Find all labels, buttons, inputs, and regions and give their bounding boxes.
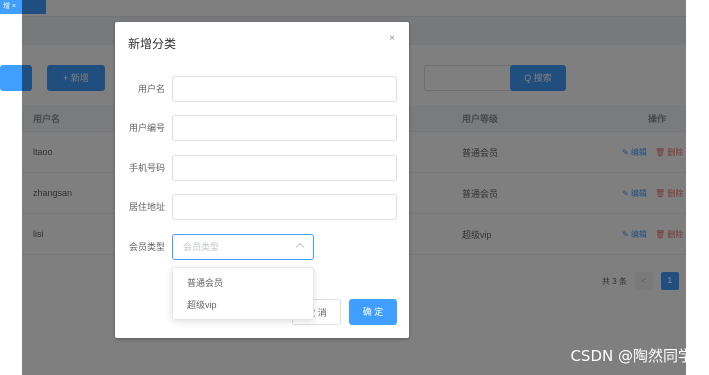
watermark-text: CSDN @陶然同学 xyxy=(570,347,693,365)
address-input[interactable] xyxy=(172,194,397,220)
member-type-label: 会员类型 xyxy=(128,242,165,252)
user-no-input[interactable] xyxy=(172,115,397,141)
form-row-phone: 手机号码 xyxy=(115,155,409,181)
dialog-title: 新增分类 xyxy=(128,37,177,51)
username-input[interactable] xyxy=(172,76,397,102)
form-row-member-type: 会员类型 会员类型 xyxy=(115,234,409,260)
form-row-address: 居住地址 xyxy=(115,194,409,220)
member-type-dropdown: 普通会员 超级vip xyxy=(172,267,314,320)
chevron-up-icon xyxy=(295,242,305,252)
right-margin xyxy=(686,0,709,375)
dropdown-option[interactable]: 超级vip xyxy=(173,294,313,316)
member-type-select[interactable]: 会员类型 xyxy=(172,234,314,260)
phone-label: 手机号码 xyxy=(128,163,165,173)
phone-input[interactable] xyxy=(172,155,397,181)
form-row-username: 用户名 xyxy=(115,76,409,102)
dropdown-option[interactable]: 普通会员 xyxy=(173,272,313,294)
form-row-user-no: 用户编号 xyxy=(115,115,409,141)
member-type-placeholder: 会员类型 xyxy=(183,242,220,252)
username-label: 用户名 xyxy=(137,84,165,94)
confirm-button[interactable]: 确 定 xyxy=(349,299,397,325)
close-icon[interactable]: × xyxy=(389,33,395,44)
user-no-label: 用户编号 xyxy=(128,123,165,133)
address-label: 居住地址 xyxy=(128,202,165,212)
